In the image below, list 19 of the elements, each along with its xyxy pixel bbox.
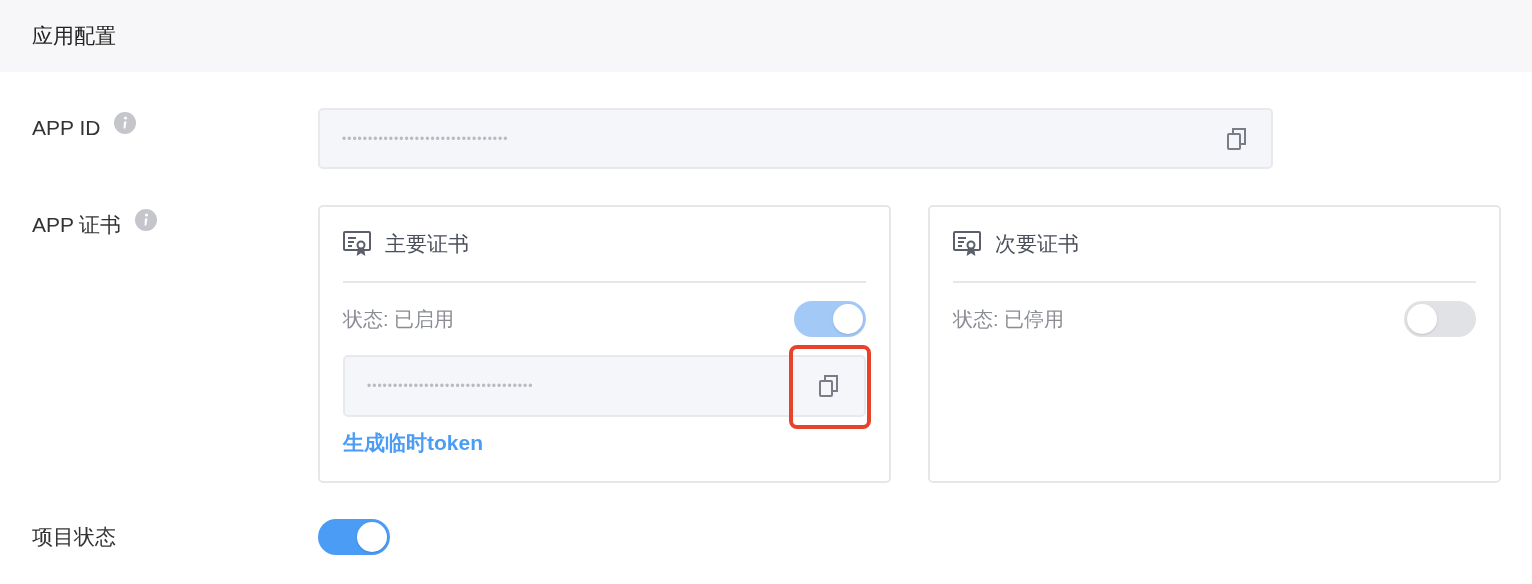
field-label: APP 证书 xyxy=(32,212,122,238)
status-text: 状态: 已启用 xyxy=(343,307,455,332)
field-label: APP ID xyxy=(32,115,101,141)
certificate-icon xyxy=(343,231,371,257)
card-title: 主要证书 xyxy=(385,231,469,258)
masked-value: •••••••••••••••••••••••••••••••• xyxy=(367,378,534,395)
info-icon xyxy=(135,209,158,231)
card-title: 次要证书 xyxy=(995,231,1079,258)
toggle-switch[interactable] xyxy=(318,519,390,555)
status-text: 状态: 已停用 xyxy=(953,307,1065,332)
app-id-field[interactable]: •••••••••••••••••••••••••••••••• xyxy=(318,108,1273,169)
section-title: 应用配置 xyxy=(32,23,116,50)
copy-icon xyxy=(1226,126,1248,151)
info-icon xyxy=(114,112,137,134)
field-label: 项目状态 xyxy=(32,525,116,549)
copy-icon xyxy=(818,374,840,398)
masked-value: •••••••••••••••••••••••••••••••• xyxy=(342,130,509,148)
toggle-switch[interactable] xyxy=(1404,301,1476,337)
certificate-icon xyxy=(953,231,981,257)
